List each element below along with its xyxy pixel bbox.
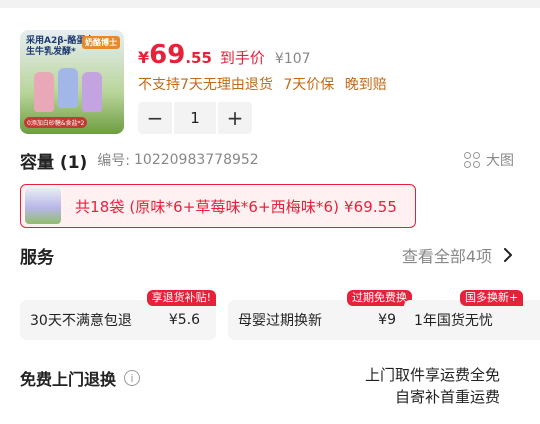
service-card[interactable]: 过期免费换 母婴过期换新 ¥9 <box>228 290 412 340</box>
increase-quantity-button[interactable]: + <box>218 102 252 134</box>
product-image-brand: 奶酪博士 <box>82 36 120 49</box>
service-header[interactable]: 服务 查看全部4项 <box>20 243 520 268</box>
info-icon[interactable]: i <box>124 370 141 386</box>
service-card[interactable]: 享退货补贴! 30天不满意包退 ¥5.6 <box>20 290 216 340</box>
free-return-row[interactable]: 免费上门退换 i 上门取件享运费全免 自寄补首重运费 <box>20 364 520 408</box>
price-integer: 69 <box>149 40 186 70</box>
service-text: 1年国货无忧 <box>414 313 493 329</box>
service-view-all[interactable]: 查看全部4项 <box>402 243 492 267</box>
policy-text: 不支持7天无理由退货 7天价保 晚到赔 <box>138 77 387 93</box>
free-return-line-2: 自寄补首重运费 <box>394 388 500 406</box>
variant-option-selected[interactable]: 共18袋 (原味*6+草莓味*6+西梅味*6) ¥69.55 <box>20 184 416 228</box>
service-badge: 国多换新+ <box>460 290 524 306</box>
service-price: ¥5.6 <box>168 312 200 328</box>
service-cards: 享退货补贴! 30天不满意包退 ¥5.6 过期免费换 母婴过期换新 ¥9 国多换… <box>20 290 540 340</box>
price-note: 到手价 <box>219 49 265 67</box>
free-return-line-1: 上门取件享运费全免 <box>364 366 500 384</box>
service-title: 服务 <box>20 247 54 268</box>
big-image-label: 大图 <box>486 153 514 169</box>
sku-code-label: 编号: <box>97 153 131 169</box>
capacity-row: 容量 (1) 编号: 10220983778952 大图 <box>20 150 520 173</box>
pouch-illustration <box>58 68 78 108</box>
service-badge: 过期免费换 <box>347 290 412 306</box>
service-card[interactable]: 国多换新+ 1年国货无忧 <box>404 290 540 340</box>
capacity-label: 容量 (1) <box>20 152 88 173</box>
service-text: 母婴过期换新 <box>238 313 322 329</box>
price-row: ¥ 69 .55 到手价 ¥107 <box>138 40 311 70</box>
quantity-value[interactable]: 1 <box>174 102 216 134</box>
service-price: ¥9 <box>378 312 396 328</box>
pouch-illustration <box>34 72 54 112</box>
service-badge: 享退货补贴! <box>146 290 216 306</box>
original-price: ¥107 <box>274 51 311 67</box>
grid-view-icon <box>464 152 480 168</box>
big-image-button[interactable]: 大图 <box>464 150 514 170</box>
pouch-illustration <box>82 72 102 112</box>
free-return-title: 免费上门退换 i <box>20 366 141 390</box>
top-divider <box>0 0 540 8</box>
free-return-label: 免费上门退换 <box>20 370 117 389</box>
product-image[interactable]: 采用A2β-酪蛋白 生牛乳发酵* 奶酪博士 0添加白砂糖&食盐*2 <box>20 30 124 134</box>
free-return-description: 上门取件享运费全免 自寄补首重运费 <box>365 364 500 408</box>
price-decimal: .55 <box>185 49 212 67</box>
chevron-right-icon[interactable] <box>498 244 518 266</box>
variant-label: 共18袋 (原味*6+草莓味*6+西梅味*6) ¥69.55 <box>75 197 398 216</box>
price-currency: ¥ <box>138 48 150 67</box>
product-image-bottom-tag: 0添加白砂糖&食盐*2 <box>24 117 88 128</box>
decrease-quantity-button[interactable]: − <box>138 102 172 134</box>
variant-thumbnail <box>25 188 61 224</box>
service-text: 30天不满意包退 <box>30 313 132 329</box>
quantity-stepper: − 1 + <box>138 102 252 134</box>
sku-code: 10220983778952 <box>134 152 259 168</box>
